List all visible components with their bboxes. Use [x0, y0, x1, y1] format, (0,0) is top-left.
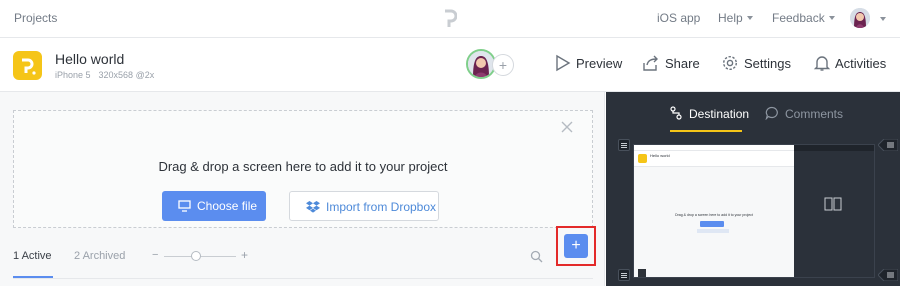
search-icon[interactable] — [530, 250, 543, 263]
device-name: iPhone 5 — [55, 70, 91, 80]
help-label: Help — [718, 11, 743, 25]
zoom-out-icon[interactable]: − — [152, 249, 158, 261]
screen-preview-thumbnail[interactable]: Hello world Drag & drop a screen here to… — [633, 144, 875, 278]
ios-app-link[interactable]: iOS app — [657, 11, 700, 25]
chevron-down-icon — [746, 16, 753, 20]
share-icon — [643, 55, 658, 71]
app-logo-icon[interactable] — [443, 9, 457, 29]
thumbnail-dropbox-button — [697, 229, 729, 233]
device-resolution: 320x568 @2x — [98, 70, 155, 80]
tabs-divider — [13, 278, 593, 279]
tab-destination[interactable]: Destination — [670, 106, 750, 121]
tab-comments-label: Comments — [785, 107, 844, 121]
tab-active[interactable]: 1 Active — [13, 250, 52, 262]
project-title[interactable]: Hello world — [55, 51, 124, 67]
feedback-menu[interactable]: Feedback — [772, 11, 835, 25]
tab-archived[interactable]: 2 Archived — [74, 250, 125, 262]
zoom-slider[interactable]: − + — [152, 248, 252, 264]
route-icon — [670, 106, 682, 120]
add-screen-button[interactable]: + — [564, 234, 588, 258]
play-icon — [556, 54, 571, 72]
zoom-in-icon[interactable]: + — [241, 248, 248, 262]
bell-icon — [813, 56, 831, 71]
thumbnail-badge — [638, 269, 646, 277]
devices-icon — [824, 197, 842, 211]
panel-handle-bottom-right[interactable] — [878, 269, 898, 281]
choose-file-label: Choose file — [197, 199, 258, 213]
settings-label: Settings — [744, 56, 791, 71]
choose-file-button[interactable]: Choose file — [162, 191, 266, 221]
top-bar: Projects iOS app Help Feedback — [0, 0, 900, 38]
preview-label: Preview — [576, 56, 623, 71]
activities-label: Activities — [835, 56, 887, 71]
feedback-label: Feedback — [772, 11, 825, 25]
project-meta: iPhone 5 320x568 @2x — [55, 70, 162, 80]
chevron-down-icon — [828, 16, 835, 20]
projects-link[interactable]: Projects — [14, 11, 57, 25]
destination-tab-indicator — [670, 130, 742, 132]
monitor-icon — [178, 200, 191, 212]
inspector-panel: Destination Comments Hello world Drag & … — [606, 92, 900, 286]
panel-handle-top-right[interactable] — [878, 139, 898, 151]
user-avatar[interactable] — [850, 8, 870, 28]
panel-handle-bottom-left[interactable] — [618, 269, 630, 281]
tab-destination-label: Destination — [689, 107, 750, 121]
tab-comments[interactable]: Comments — [765, 106, 844, 121]
project-app-icon — [13, 51, 42, 80]
collaborator-avatar-image — [468, 51, 494, 77]
thumbnail-title: Hello world — [650, 153, 670, 158]
add-screen-highlight: + — [556, 226, 596, 266]
gear-icon — [722, 55, 738, 71]
close-icon[interactable] — [560, 120, 574, 134]
thumbnail-header: Hello world — [634, 151, 794, 167]
zoom-handle[interactable] — [191, 251, 202, 261]
thumbnail-choose-button — [700, 221, 724, 227]
account-chevron-icon[interactable] — [880, 17, 886, 21]
thumbnail-app-icon — [638, 154, 647, 163]
import-dropbox-label: Import from Dropbox — [326, 200, 437, 214]
add-collaborator-button[interactable]: + — [492, 54, 514, 76]
import-dropbox-button[interactable]: Import from Dropbox — [289, 191, 439, 221]
thumbnail-drop-text: Drag & drop a screen here to add it to y… — [675, 213, 753, 217]
user-avatar-image — [850, 8, 870, 28]
share-label: Share — [665, 56, 700, 71]
drop-zone[interactable]: Drag & drop a screen here to add it to y… — [13, 110, 593, 228]
thumbnail-side-panel — [794, 151, 874, 277]
panel-handle-top-left[interactable] — [618, 139, 630, 151]
screen-tabs: 1 Active 2 Archived − + + — [0, 226, 605, 286]
drop-zone-title: Drag & drop a screen here to add it to y… — [158, 159, 448, 174]
screens-area: Drag & drop a screen here to add it to y… — [0, 92, 605, 286]
help-menu[interactable]: Help — [718, 11, 753, 25]
project-header: Hello world iPhone 5 320x568 @2x + Previe… — [0, 39, 900, 92]
app-glyph-icon — [22, 58, 36, 75]
dropbox-icon — [306, 201, 320, 213]
comment-icon — [765, 106, 778, 120]
thumbnail-main: Drag & drop a screen here to add it to y… — [634, 167, 794, 277]
